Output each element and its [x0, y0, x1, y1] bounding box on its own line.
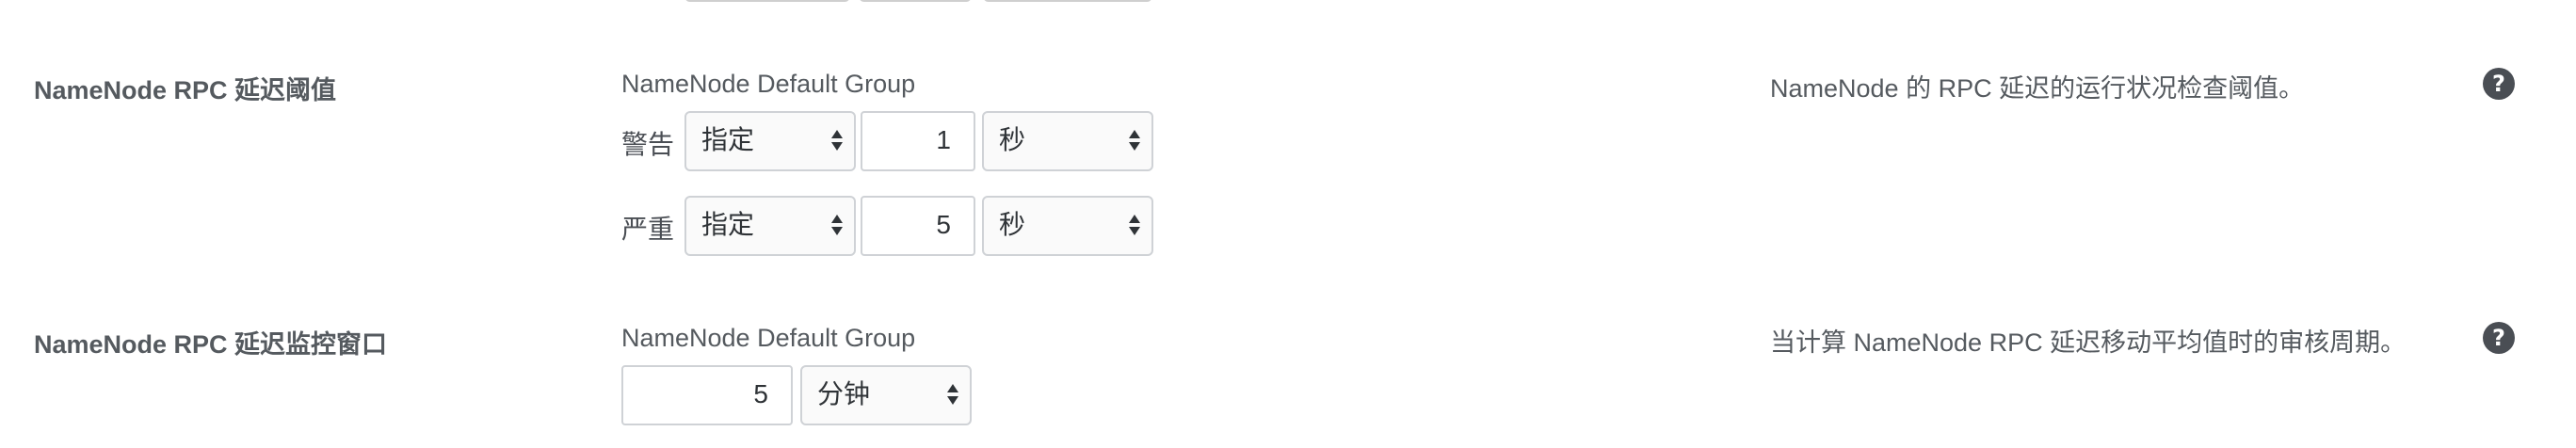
critical-unit-value: 秒: [999, 210, 1026, 239]
window-value-input[interactable]: 5: [621, 365, 793, 425]
window-unit-select[interactable]: 分钟: [800, 365, 972, 425]
previous-row-controls: [0, 0, 2576, 2]
help-icon[interactable]: ?: [2483, 68, 2515, 100]
chevron-updown-icon: [831, 128, 843, 154]
previous-value-input[interactable]: [859, 0, 972, 2]
critical-label: 严重: [621, 215, 675, 244]
chevron-updown-icon: [1129, 128, 1140, 154]
warning-unit-value: 秒: [999, 125, 1026, 154]
warning-label: 警告: [621, 130, 675, 159]
previous-mode-select[interactable]: [684, 0, 850, 2]
chevron-updown-icon: [831, 213, 843, 239]
warning-value-input[interactable]: 1: [861, 111, 975, 171]
previous-unit-select[interactable]: [983, 0, 1152, 2]
window-unit-value: 分钟: [817, 379, 871, 408]
chevron-updown-icon: [1129, 213, 1140, 239]
group-name: NameNode Default Group: [621, 70, 916, 98]
help-icon[interactable]: ?: [2483, 322, 2515, 354]
critical-unit-select[interactable]: 秒: [982, 196, 1153, 256]
setting-rpc-latency-window: NameNode RPC 延迟监控窗口 NameNode Default Gro…: [0, 320, 2576, 433]
setting-rpc-latency-threshold: NameNode RPC 延迟阈值 NameNode Default Group…: [0, 66, 2576, 264]
chevron-updown-icon: [947, 382, 958, 408]
critical-mode-value: 指定: [701, 210, 755, 239]
warning-mode-select[interactable]: 指定: [684, 111, 856, 171]
group-name: NameNode Default Group: [621, 324, 916, 352]
critical-value-input[interactable]: 5: [861, 196, 975, 256]
setting-description: 当计算 NameNode RPC 延迟移动平均值时的审核周期。: [1770, 328, 2407, 357]
warning-mode-value: 指定: [701, 125, 755, 154]
setting-description: NameNode 的 RPC 延迟的运行状况检查阈值。: [1770, 74, 2305, 103]
setting-label: NameNode RPC 延迟监控窗口: [34, 330, 388, 359]
critical-mode-select[interactable]: 指定: [684, 196, 856, 256]
setting-label: NameNode RPC 延迟阈值: [34, 76, 337, 104]
warning-unit-select[interactable]: 秒: [982, 111, 1153, 171]
